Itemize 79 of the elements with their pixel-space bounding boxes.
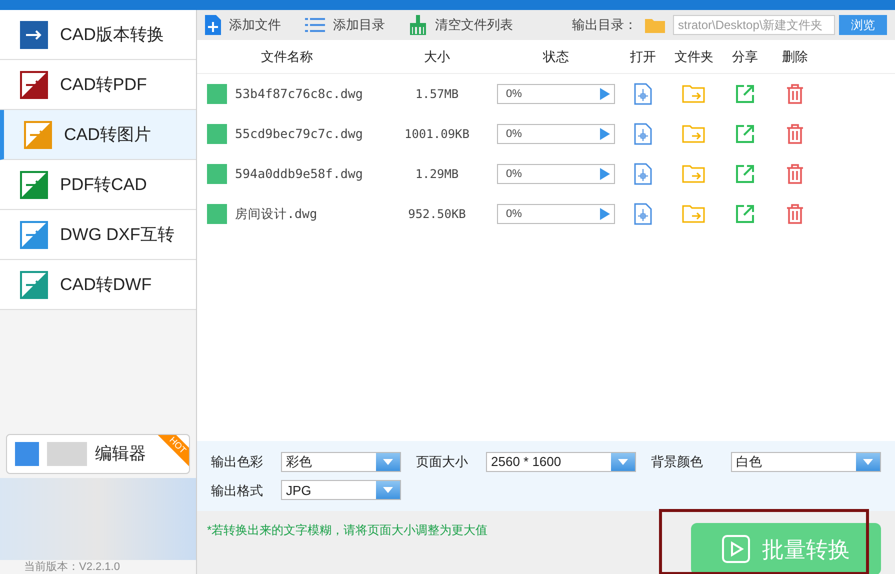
dwg-file-icon <box>207 164 227 184</box>
sidebar-item[interactable]: DWG DXF互转 <box>0 210 196 260</box>
column-header: 状态 <box>542 48 570 66</box>
column-header: 打开 <box>629 48 657 66</box>
setting-label: 输出色彩 <box>211 453 264 471</box>
file-name: 房间设计.dwg <box>235 204 318 223</box>
sidebar-item[interactable]: CAD转图片 <box>0 110 196 160</box>
file-name: 594a0ddb9e58f.dwg <box>235 164 363 183</box>
share-icon[interactable] <box>735 204 755 224</box>
version-text: 当前版本：V2.2.1.0 <box>23 560 121 574</box>
blurred-area <box>47 442 87 466</box>
folder-icon <box>645 17 665 33</box>
setting-label: 输出格式 <box>211 482 264 500</box>
open-file-icon[interactable] <box>634 203 652 225</box>
file-size: 1.57MB <box>414 86 460 103</box>
folder-arrow-icon[interactable] <box>682 165 706 183</box>
dropdown[interactable]: 白色 <box>731 452 881 472</box>
file-name: 55cd9bec79c7c.dwg <box>235 124 363 143</box>
file-size: 952.50KB <box>407 206 467 223</box>
folder-arrow-icon[interactable] <box>682 85 706 103</box>
share-icon[interactable] <box>735 84 755 104</box>
play-icon[interactable] <box>600 128 610 140</box>
file-size: 1.29MB <box>414 166 460 183</box>
share-icon[interactable] <box>735 164 755 184</box>
sidebar-item[interactable]: CAD转PDF <box>0 60 196 110</box>
dwg-file-icon <box>207 124 227 144</box>
dropdown-value: 白色 <box>735 453 762 471</box>
folder-arrow-icon[interactable] <box>682 125 706 143</box>
file-convert-icon <box>20 70 48 98</box>
column-header: 文件夹 <box>674 48 714 66</box>
progress-text: 0% <box>505 166 522 182</box>
setting-label: 背景颜色 <box>651 453 704 471</box>
dropdown[interactable]: JPG <box>281 480 401 500</box>
trash-icon[interactable] <box>786 204 804 224</box>
column-header: 大小 <box>423 48 451 66</box>
file-convert-icon <box>20 170 48 198</box>
open-file-icon[interactable] <box>634 123 652 145</box>
add-file-button[interactable]: 添加文件 <box>205 15 301 35</box>
dwg-file-icon <box>207 84 227 104</box>
list-icon <box>305 17 325 33</box>
progress-text: 0% <box>505 126 522 142</box>
file-name: 53b4f87c76c8c.dwg <box>235 84 363 103</box>
sidebar-item[interactable]: PDF转CAD <box>0 160 196 210</box>
file-convert-icon <box>20 270 48 298</box>
output-label: 输出目录： <box>572 16 637 34</box>
column-header: 文件名称 <box>260 48 314 66</box>
file-convert-icon <box>20 20 48 48</box>
column-header: 分享 <box>731 48 759 66</box>
play-icon[interactable] <box>600 208 610 220</box>
add-file-icon <box>205 15 221 35</box>
file-size: 1001.09KB <box>403 126 471 143</box>
column-header: 删除 <box>781 48 809 66</box>
share-icon[interactable] <box>735 124 755 144</box>
play-icon[interactable] <box>600 88 610 100</box>
progress-text: 0% <box>505 86 522 102</box>
file-convert-icon <box>20 220 48 248</box>
sidebar-item[interactable]: CAD转DWF <box>0 260 196 310</box>
sidebar-item[interactable]: CAD版本转换 <box>0 10 196 60</box>
add-folder-button[interactable]: 添加目录 <box>305 15 405 35</box>
dropdown-value: 2560 * 1600 <box>490 453 562 471</box>
dropdown[interactable]: 2560 * 1600 <box>486 452 636 472</box>
play-icon[interactable] <box>600 168 610 180</box>
dwg-file-icon <box>207 204 227 224</box>
play-icon <box>722 535 750 563</box>
hint-text: *若转换出来的文字模糊，请将页面大小调整为更大值 <box>207 522 488 539</box>
open-file-icon[interactable] <box>634 163 652 185</box>
trash-icon[interactable] <box>786 84 804 104</box>
setting-label: 页面大小 <box>416 453 469 471</box>
dropdown[interactable]: 彩色 <box>281 452 401 472</box>
file-convert-icon <box>24 120 52 148</box>
dropdown-value: 彩色 <box>285 453 312 471</box>
folder-arrow-icon[interactable] <box>682 205 706 223</box>
progress-text: 0% <box>505 206 522 222</box>
trash-icon[interactable] <box>786 164 804 184</box>
open-file-icon[interactable] <box>634 83 652 105</box>
clear-list-button[interactable]: 清空文件列表 <box>409 15 513 35</box>
trash-icon[interactable] <box>786 124 804 144</box>
broom-icon <box>409 15 427 35</box>
dropdown-value: JPG <box>285 482 312 500</box>
